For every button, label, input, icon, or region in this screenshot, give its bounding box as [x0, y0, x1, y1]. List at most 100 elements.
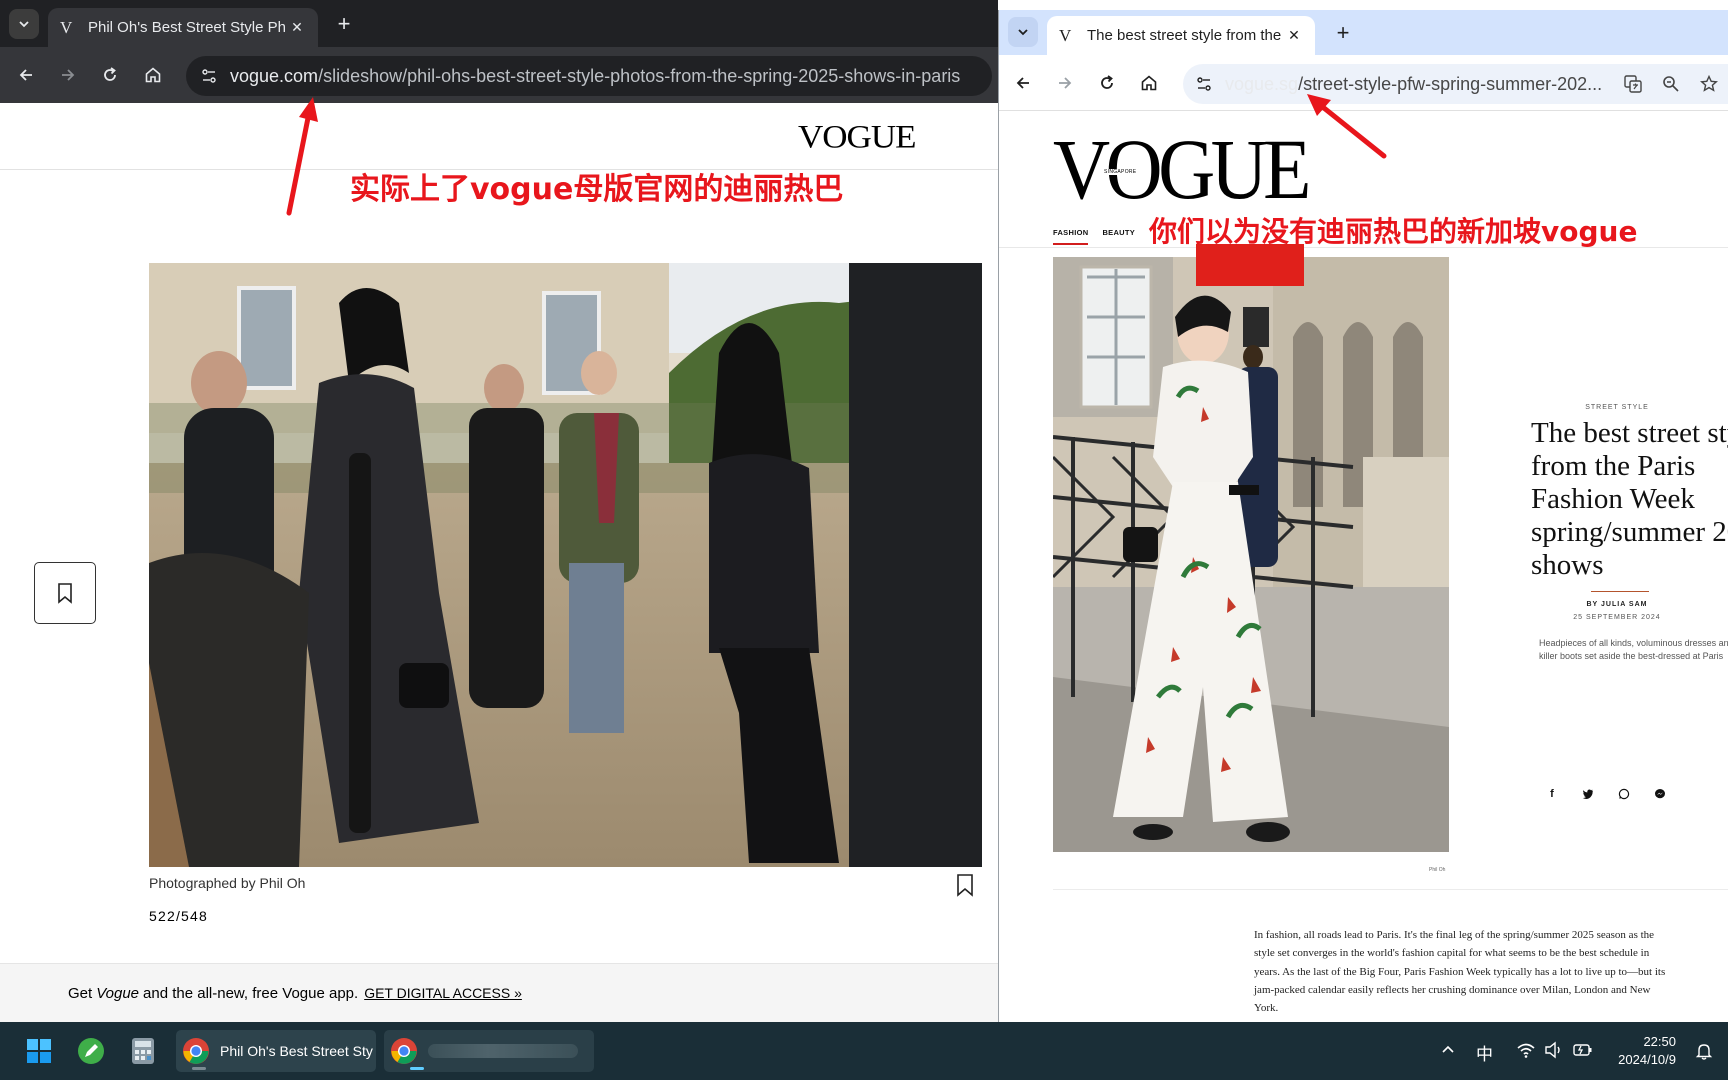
- calculator-icon: [132, 1038, 154, 1064]
- promo-brand: Vogue: [96, 984, 140, 1002]
- article-title: The best street style from the Paris Fas…: [1531, 417, 1728, 581]
- nav-item-beauty[interactable]: BEAUTY: [1102, 228, 1135, 245]
- arrow-left-icon: [1016, 77, 1029, 89]
- clock-time: 22:50: [1643, 1034, 1676, 1049]
- save-bookmark-button[interactable]: [34, 562, 96, 624]
- translate-icon[interactable]: [1621, 72, 1645, 96]
- back-button[interactable]: [1007, 67, 1039, 99]
- right-browser-window: V The best street style from the ✕ + vog…: [998, 10, 1728, 1022]
- url-text: vogue.com/slideshow/phil-ohs-best-street…: [230, 66, 960, 87]
- new-tab-button[interactable]: +: [330, 10, 358, 38]
- slide-counter: 522/548: [149, 908, 209, 924]
- left-tab-strip: V Phil Oh's Best Street Style Ph ✕ +: [0, 0, 998, 47]
- home-icon: [1141, 75, 1157, 91]
- forward-button[interactable]: [52, 59, 84, 91]
- notification-icon[interactable]: [1694, 1041, 1714, 1066]
- bookmark-star-icon[interactable]: [1697, 72, 1721, 96]
- left-active-tab[interactable]: V Phil Oh's Best Street Style Ph ✕: [48, 8, 318, 47]
- article-kicker[interactable]: STREET STYLE: [1537, 404, 1697, 411]
- windows-taskbar: Phil Oh's Best Street Sty 中 22:50 2024/1…: [0, 1022, 1728, 1080]
- digital-access-promo: Get Vogue and the all-new, free Vogue ap…: [0, 963, 998, 1022]
- omnibox-actions: [1621, 64, 1728, 104]
- home-button[interactable]: [137, 59, 169, 91]
- clock-date: 2024/10/9: [1618, 1052, 1676, 1067]
- arrow-left-icon: [19, 69, 32, 81]
- bookmark-icon: [58, 583, 72, 604]
- logo-subtitle: SINGAPORE: [1104, 169, 1137, 175]
- address-bar[interactable]: vogue.com/slideshow/phil-ohs-best-street…: [186, 56, 992, 96]
- section-nav: FASHION BEAUTY: [1053, 228, 1135, 245]
- address-bar[interactable]: vogue.sg/street-style-pfw-spring-summer-…: [1183, 64, 1728, 104]
- chevron-up-icon[interactable]: [1440, 1042, 1456, 1063]
- right-active-tab[interactable]: V The best street style from the ✕: [1047, 16, 1315, 55]
- left-toolbar: vogue.com/slideshow/phil-ohs-best-street…: [0, 47, 998, 103]
- home-icon: [145, 67, 161, 83]
- annotation-text-left: 实际上了vogue母版官网的迪丽热巴: [350, 172, 844, 207]
- vogue-logo[interactable]: VOGUE: [798, 118, 916, 156]
- chrome-icon: [391, 1038, 417, 1064]
- messenger-icon[interactable]: [1653, 787, 1667, 801]
- share-buttons: f: [1545, 787, 1667, 801]
- photo-caption: Photographed by Phil Oh: [149, 875, 306, 891]
- taskbar-clock[interactable]: 22:50 2024/10/9: [1618, 1033, 1676, 1069]
- url-text: vogue.sg/street-style-pfw-spring-summer-…: [1225, 74, 1602, 95]
- vogue-com-page: VOGUE Photographed by Phil Oh 522/548 Ge…: [0, 103, 998, 1022]
- back-button[interactable]: [10, 59, 42, 91]
- photo-credit: Phil Oh: [1429, 867, 1446, 873]
- taskbar-window-title: Phil Oh's Best Street Sty: [220, 1043, 373, 1059]
- bookmark-icon: [957, 874, 973, 897]
- tab-search-button[interactable]: [9, 9, 39, 39]
- volume-icon[interactable]: [1544, 1041, 1564, 1064]
- tab-title: Phil Oh's Best Street Style Ph: [88, 19, 286, 36]
- taskbar-calculator-app[interactable]: [122, 1030, 164, 1072]
- url-host: vogue.sg: [1225, 73, 1299, 94]
- left-browser-window: V Phil Oh's Best Street Style Ph ✕ + vog…: [0, 0, 998, 1022]
- article-body: In fashion, all roads lead to Paris. It'…: [1254, 929, 1666, 1015]
- save-photo-button[interactable]: [954, 873, 976, 897]
- facebook-icon[interactable]: f: [1545, 787, 1559, 801]
- url-path: /slideshow/phil-ohs-best-street-style-ph…: [318, 65, 961, 86]
- get-digital-access-link[interactable]: GET DIGITAL ACCESS »: [364, 985, 522, 1001]
- url-host: vogue.com: [230, 65, 319, 86]
- start-button[interactable]: [18, 1030, 60, 1072]
- site-settings-icon[interactable]: [1193, 73, 1215, 95]
- taskbar-notes-app[interactable]: [70, 1030, 112, 1072]
- promo-suffix: and the all-new, free Vogue app.: [143, 984, 359, 1002]
- battery-icon[interactable]: [1572, 1041, 1594, 1064]
- wifi-icon[interactable]: [1516, 1041, 1536, 1064]
- twitter-icon[interactable]: [1581, 787, 1595, 801]
- article-byline[interactable]: BY JULIA SAM: [1537, 601, 1697, 608]
- vogue-singapore-logo[interactable]: VOGUE: [1053, 119, 1311, 219]
- zoom-icon[interactable]: [1659, 72, 1683, 96]
- taskbar-chrome-window-2[interactable]: [384, 1030, 594, 1072]
- blurred-window-title: [428, 1044, 578, 1058]
- tab-close-button[interactable]: ✕: [288, 19, 306, 36]
- chevron-down-icon: [19, 21, 29, 28]
- vogue-favicon-icon: V: [1059, 25, 1072, 45]
- reload-button[interactable]: [94, 59, 126, 91]
- pencil-app-icon: [78, 1038, 104, 1064]
- title-divider: [1591, 591, 1649, 592]
- site-header: VOGUE: [0, 103, 998, 170]
- chrome-icon: [183, 1038, 209, 1064]
- whatsapp-icon[interactable]: [1617, 787, 1631, 801]
- annotation-text-right: 你们以为没有迪丽热巴的新加坡vogue: [1149, 215, 1638, 248]
- arrow-right-icon: [1059, 77, 1072, 89]
- street-style-photo: [1053, 257, 1449, 852]
- home-button[interactable]: [1133, 67, 1165, 99]
- reload-icon: [104, 67, 116, 81]
- tab-close-button[interactable]: ✕: [1285, 27, 1303, 44]
- tab-search-button[interactable]: [1008, 17, 1038, 47]
- taskbar-chrome-window-1[interactable]: Phil Oh's Best Street Sty: [176, 1030, 376, 1072]
- forward-button[interactable]: [1049, 67, 1081, 99]
- new-tab-button[interactable]: +: [1329, 19, 1357, 47]
- ime-indicator[interactable]: 中: [1476, 1040, 1493, 1065]
- photo-illustration: [149, 263, 982, 867]
- reload-icon: [1101, 75, 1113, 89]
- reload-button[interactable]: [1091, 67, 1123, 99]
- chevron-down-icon: [1018, 29, 1028, 36]
- promo-prefix: Get: [68, 984, 93, 1002]
- site-settings-icon[interactable]: [198, 65, 220, 87]
- arrow-right-icon: [62, 69, 75, 81]
- nav-item-fashion[interactable]: FASHION: [1053, 228, 1089, 245]
